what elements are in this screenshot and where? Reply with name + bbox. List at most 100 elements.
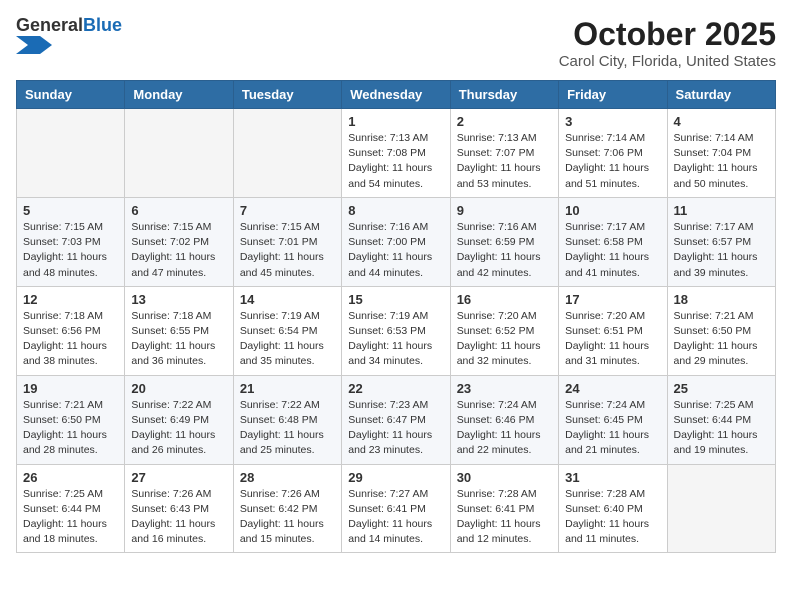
day-number: 6 (131, 203, 226, 218)
day-of-week-header: Sunday (17, 81, 125, 109)
calendar-cell (233, 109, 341, 198)
day-number: 1 (348, 114, 443, 129)
calendar-cell: 12Sunrise: 7:18 AM Sunset: 6:56 PM Dayli… (17, 286, 125, 375)
day-info: Sunrise: 7:21 AM Sunset: 6:50 PM Dayligh… (674, 309, 769, 370)
day-number: 20 (131, 381, 226, 396)
calendar-week-row: 1 Sunrise: 7:13 AM Sunset: 7:08 PM Daylig… (17, 109, 776, 198)
calendar-cell: 30 Sunrise: 7:28 AM Sunset: 6:41 PM Dayli… (450, 464, 558, 553)
day-number: 18 (674, 292, 769, 307)
day-number: 21 (240, 381, 335, 396)
day-info: Sunrise: 7:16 AM Sunset: 7:00 PM Dayligh… (348, 220, 443, 281)
day-number: 17 (565, 292, 660, 307)
calendar-cell: 17Sunrise: 7:20 AM Sunset: 6:51 PM Dayli… (559, 286, 667, 375)
day-info: Sunrise: 7:21 AM Sunset: 6:50 PM Dayligh… (23, 398, 118, 459)
day-info: Sunrise: 7:14 AM Sunset: 7:04 PM Dayligh… (674, 131, 769, 192)
day-of-week-header: Monday (125, 81, 233, 109)
calendar-cell: 13Sunrise: 7:18 AM Sunset: 6:55 PM Dayli… (125, 286, 233, 375)
calendar-week-row: 5 Sunrise: 7:15 AM Sunset: 7:03 PM Daylig… (17, 197, 776, 286)
day-number: 3 (565, 114, 660, 129)
logo-general-text: General (16, 15, 83, 35)
day-number: 4 (674, 114, 769, 129)
calendar-cell: 7 Sunrise: 7:15 AM Sunset: 7:01 PM Daylig… (233, 197, 341, 286)
day-number: 22 (348, 381, 443, 396)
day-info: Sunrise: 7:15 AM Sunset: 7:03 PM Dayligh… (23, 220, 118, 281)
day-info: Sunrise: 7:19 AM Sunset: 6:54 PM Dayligh… (240, 309, 335, 370)
calendar-cell: 15 Sunrise: 7:19 AM Sunset: 6:53 PM Dayli… (342, 286, 450, 375)
day-info: Sunrise: 7:19 AM Sunset: 6:53 PM Dayligh… (348, 309, 443, 370)
calendar-cell: 6 Sunrise: 7:15 AM Sunset: 7:02 PM Daylig… (125, 197, 233, 286)
day-info: Sunrise: 7:26 AM Sunset: 6:43 PM Dayligh… (131, 487, 226, 548)
day-info: Sunrise: 7:28 AM Sunset: 6:40 PM Dayligh… (565, 487, 660, 548)
calendar-cell: 24 Sunrise: 7:24 AM Sunset: 6:45 PM Dayli… (559, 375, 667, 464)
calendar-cell (125, 109, 233, 198)
calendar-cell: 28Sunrise: 7:26 AM Sunset: 6:42 PM Dayli… (233, 464, 341, 553)
day-info: Sunrise: 7:25 AM Sunset: 6:44 PM Dayligh… (23, 487, 118, 548)
calendar-cell: 20 Sunrise: 7:22 AM Sunset: 6:49 PM Dayli… (125, 375, 233, 464)
day-info: Sunrise: 7:14 AM Sunset: 7:06 PM Dayligh… (565, 131, 660, 192)
day-number: 27 (131, 470, 226, 485)
day-number: 26 (23, 470, 118, 485)
calendar-cell: 2Sunrise: 7:13 AM Sunset: 7:07 PM Daylig… (450, 109, 558, 198)
day-number: 25 (674, 381, 769, 396)
day-info: Sunrise: 7:20 AM Sunset: 6:52 PM Dayligh… (457, 309, 552, 370)
day-number: 14 (240, 292, 335, 307)
main-title: October 2025 (559, 16, 776, 53)
calendar-cell: 3 Sunrise: 7:14 AM Sunset: 7:06 PM Daylig… (559, 109, 667, 198)
calendar-cell: 5 Sunrise: 7:15 AM Sunset: 7:03 PM Daylig… (17, 197, 125, 286)
calendar-cell (17, 109, 125, 198)
calendar-cell: 25 Sunrise: 7:25 AM Sunset: 6:44 PM Dayli… (667, 375, 775, 464)
day-info: Sunrise: 7:17 AM Sunset: 6:57 PM Dayligh… (674, 220, 769, 281)
day-number: 15 (348, 292, 443, 307)
calendar-cell: 22 Sunrise: 7:23 AM Sunset: 6:47 PM Dayli… (342, 375, 450, 464)
calendar-cell: 29 Sunrise: 7:27 AM Sunset: 6:41 PM Dayli… (342, 464, 450, 553)
calendar-week-row: 12Sunrise: 7:18 AM Sunset: 6:56 PM Dayli… (17, 286, 776, 375)
day-number: 29 (348, 470, 443, 485)
calendar-cell: 21 Sunrise: 7:22 AM Sunset: 6:48 PM Dayli… (233, 375, 341, 464)
calendar-header-row: SundayMondayTuesdayWednesdayThursdayFrid… (17, 81, 776, 109)
calendar-cell: 11 Sunrise: 7:17 AM Sunset: 6:57 PM Dayli… (667, 197, 775, 286)
page-header: GeneralBlue October 2025 Carol City, Flo… (16, 16, 776, 70)
day-info: Sunrise: 7:15 AM Sunset: 7:02 PM Dayligh… (131, 220, 226, 281)
calendar-cell: 27 Sunrise: 7:26 AM Sunset: 6:43 PM Dayli… (125, 464, 233, 553)
logo-icon (16, 36, 52, 54)
day-info: Sunrise: 7:25 AM Sunset: 6:44 PM Dayligh… (674, 398, 769, 459)
calendar-cell: 16Sunrise: 7:20 AM Sunset: 6:52 PM Dayli… (450, 286, 558, 375)
day-number: 9 (457, 203, 552, 218)
day-number: 13 (131, 292, 226, 307)
calendar-cell: 31 Sunrise: 7:28 AM Sunset: 6:40 PM Dayli… (559, 464, 667, 553)
day-info: Sunrise: 7:15 AM Sunset: 7:01 PM Dayligh… (240, 220, 335, 281)
day-number: 10 (565, 203, 660, 218)
day-of-week-header: Thursday (450, 81, 558, 109)
day-info: Sunrise: 7:13 AM Sunset: 7:08 PM Dayligh… (348, 131, 443, 192)
calendar-week-row: 26 Sunrise: 7:25 AM Sunset: 6:44 PM Dayli… (17, 464, 776, 553)
day-number: 24 (565, 381, 660, 396)
day-info: Sunrise: 7:24 AM Sunset: 6:45 PM Dayligh… (565, 398, 660, 459)
calendar-cell: 23Sunrise: 7:24 AM Sunset: 6:46 PM Dayli… (450, 375, 558, 464)
day-info: Sunrise: 7:17 AM Sunset: 6:58 PM Dayligh… (565, 220, 660, 281)
day-info: Sunrise: 7:28 AM Sunset: 6:41 PM Dayligh… (457, 487, 552, 548)
calendar-week-row: 19Sunrise: 7:21 AM Sunset: 6:50 PM Dayli… (17, 375, 776, 464)
calendar-table: SundayMondayTuesdayWednesdayThursdayFrid… (16, 80, 776, 553)
day-info: Sunrise: 7:27 AM Sunset: 6:41 PM Dayligh… (348, 487, 443, 548)
day-number: 30 (457, 470, 552, 485)
calendar-cell: 1 Sunrise: 7:13 AM Sunset: 7:08 PM Daylig… (342, 109, 450, 198)
day-of-week-header: Wednesday (342, 81, 450, 109)
day-number: 5 (23, 203, 118, 218)
day-of-week-header: Saturday (667, 81, 775, 109)
day-info: Sunrise: 7:22 AM Sunset: 6:49 PM Dayligh… (131, 398, 226, 459)
day-info: Sunrise: 7:22 AM Sunset: 6:48 PM Dayligh… (240, 398, 335, 459)
logo-blue-text: Blue (83, 15, 122, 35)
calendar-cell: 19Sunrise: 7:21 AM Sunset: 6:50 PM Dayli… (17, 375, 125, 464)
day-number: 31 (565, 470, 660, 485)
day-number: 7 (240, 203, 335, 218)
day-info: Sunrise: 7:23 AM Sunset: 6:47 PM Dayligh… (348, 398, 443, 459)
day-number: 28 (240, 470, 335, 485)
calendar-cell: 9Sunrise: 7:16 AM Sunset: 6:59 PM Daylig… (450, 197, 558, 286)
day-number: 11 (674, 203, 769, 218)
logo: GeneralBlue (16, 16, 122, 59)
day-number: 8 (348, 203, 443, 218)
calendar-cell: 4 Sunrise: 7:14 AM Sunset: 7:04 PM Daylig… (667, 109, 775, 198)
calendar-cell: 26 Sunrise: 7:25 AM Sunset: 6:44 PM Dayli… (17, 464, 125, 553)
calendar-cell (667, 464, 775, 553)
day-number: 2 (457, 114, 552, 129)
